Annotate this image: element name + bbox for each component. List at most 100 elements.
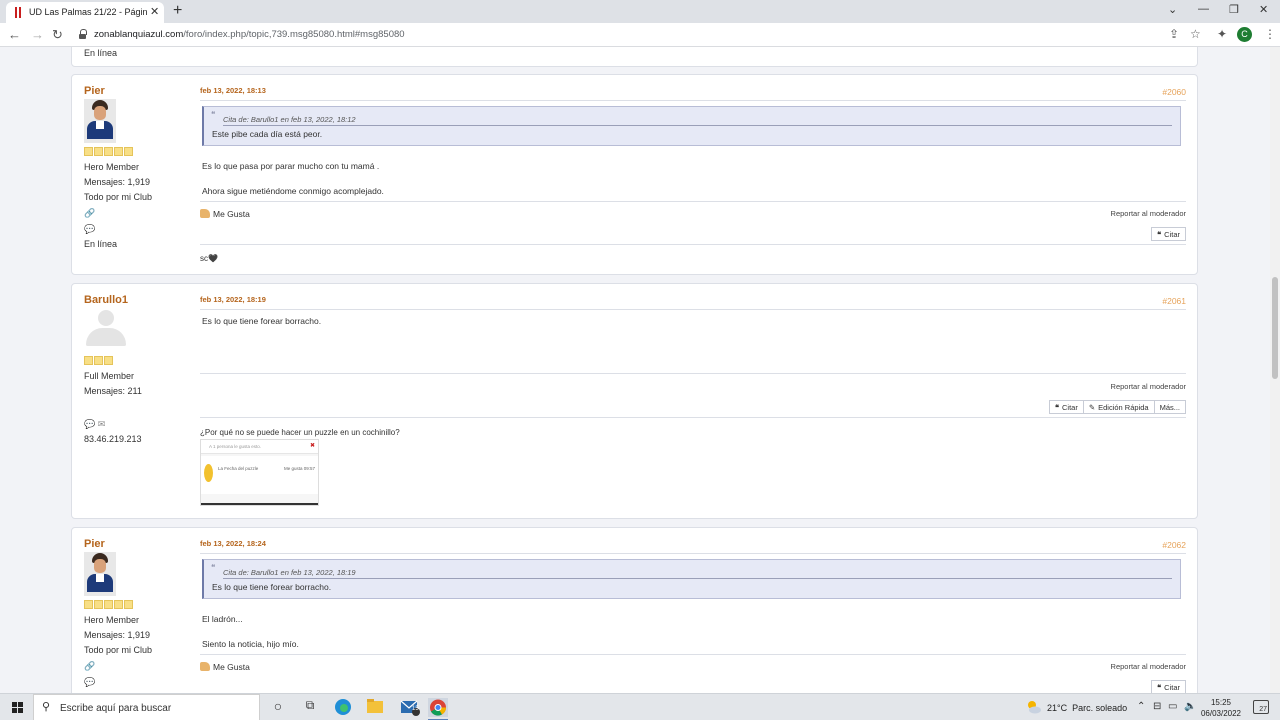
post-header: feb 13, 2022, 18:19 #2061 [200, 294, 1186, 310]
weather-icon[interactable] [1025, 699, 1041, 715]
post-header: feb 13, 2022, 18:24 #2062 [200, 538, 1186, 554]
poster-name[interactable]: Pier [84, 538, 194, 550]
quick-edit-button[interactable]: ✎ Edición Rápida [1083, 400, 1155, 414]
website-icon[interactable]: 🔗 [84, 205, 194, 221]
tab-close-icon[interactable]: ✕ [150, 5, 159, 18]
forum-page: En línea Pier Hero Member Mensajes: 1,91… [0, 47, 1270, 693]
coin-icon [204, 464, 213, 482]
quote-icon: ❝ [211, 563, 216, 572]
personal-message-icon[interactable]: 💬 [84, 674, 194, 690]
poster-personal-text: Todo por mi Club [84, 192, 153, 202]
mail-icon[interactable]: 15 [400, 698, 420, 717]
scrollbar-thumb[interactable] [1272, 277, 1278, 379]
minimize-icon[interactable]: — [1198, 3, 1209, 15]
rank-stars [84, 147, 194, 156]
like-button[interactable]: Me Gusta [200, 209, 250, 219]
new-tab-button[interactable]: + [173, 2, 182, 20]
more-button[interactable]: Más... [1154, 400, 1186, 414]
page-scrollbar[interactable] [1270, 47, 1280, 693]
post-text-line: Ahora sigue metiéndome conmigo acompleja… [202, 186, 384, 196]
volume-icon[interactable]: 🔈 [1184, 701, 1196, 712]
quote-block: ❝ Cita de: Barullo1 en feb 13, 2022, 18:… [202, 106, 1181, 146]
post-2061: Barullo1 Full Member Mensajes: 211 💬 ✉ 8… [71, 283, 1198, 519]
post-date[interactable]: feb 13, 2022, 18:13 [200, 86, 266, 95]
lock-icon[interactable] [78, 29, 87, 40]
edge-icon[interactable] [334, 698, 354, 717]
tab-search-icon[interactable]: ⌄ [1168, 3, 1177, 16]
chrome-icon[interactable] [428, 698, 448, 720]
post-number[interactable]: #2062 [1162, 540, 1186, 550]
edit-icon: ✎ [1088, 403, 1096, 412]
sig-image-caption: La Fecha del puzzle [218, 466, 259, 471]
thumbs-up-icon [200, 209, 210, 218]
report-link[interactable]: Reportar al moderador [1111, 662, 1186, 671]
post-text-line: Es lo que pasa por parar mucho con tu ma… [202, 161, 380, 171]
post-text-line: Siento la noticia, hijo mío. [202, 639, 299, 649]
personal-message-icon[interactable]: 💬 ✉ [84, 416, 194, 432]
quote-header[interactable]: Cita de: Barullo1 en feb 13, 2022, 18:12 [223, 107, 1172, 126]
poster-messages: Mensajes: 1,919 [84, 177, 151, 187]
post-text-line: Es lo que tiene forear borracho. [202, 316, 322, 326]
post-date[interactable]: feb 13, 2022, 18:19 [200, 295, 266, 304]
cortana-icon[interactable]: ○ [268, 698, 288, 717]
notifications-icon[interactable]: 27 [1253, 700, 1269, 714]
tray-chevron-icon[interactable]: ⌃ [1137, 701, 1145, 712]
personal-message-icon[interactable]: 💬 [84, 221, 194, 237]
taskbar-search[interactable]: ⚲ Escribe aquí para buscar [33, 694, 260, 720]
system-clock[interactable]: 15:25 06/03/2022 [1200, 697, 1242, 719]
task-view-icon[interactable]: ⧉ [300, 698, 320, 717]
poster-info: Pier Hero Member Mensajes: 1,919 Todo po… [84, 85, 194, 252]
close-window-icon[interactable]: ✕ [1259, 3, 1268, 16]
quote-icon: ❝ [1157, 683, 1162, 692]
weather-widget[interactable]: 21°C Parc. soleado [1047, 703, 1127, 713]
like-button[interactable]: Me Gusta [200, 662, 250, 672]
quote-block: ❝ Cita de: Barullo1 en feb 13, 2022, 18:… [202, 559, 1181, 599]
report-link[interactable]: Reportar al moderador [1111, 382, 1186, 391]
post-2060: Pier Hero Member Mensajes: 1,919 Todo po… [71, 74, 1198, 275]
online-status: En línea [84, 48, 118, 58]
signature-divider [200, 417, 1186, 418]
website-icon[interactable]: 🔗 [84, 658, 194, 674]
profile-avatar[interactable]: C [1237, 27, 1252, 42]
poster-personal-text: Todo por mi Club [84, 645, 153, 655]
url-field[interactable]: zonablanquiazul.com/foro/index.php/topic… [94, 29, 405, 40]
post-actions: ❝ Citar ✎ Edición Rápida Más... [1048, 400, 1186, 414]
poster-info: Barullo1 Full Member Mensajes: 211 💬 ✉ 8… [84, 294, 194, 447]
windows-start-icon[interactable] [12, 702, 23, 713]
post-2062: Pier Hero Member Mensajes: 1,919 Todo po… [71, 527, 1198, 693]
star-icon[interactable]: ☆ [1190, 27, 1201, 41]
tab-title: UD Las Palmas 21/22 - Página 13 [29, 7, 147, 17]
forward-icon[interactable]: → [31, 27, 44, 42]
avatar [84, 552, 116, 596]
quote-header[interactable]: Cita de: Barullo1 en feb 13, 2022, 18:19 [223, 560, 1172, 579]
restore-icon[interactable]: ❐ [1229, 3, 1239, 16]
reload-icon[interactable]: ↻ [52, 27, 63, 43]
quote-body: Este pibe cada día está peor. [212, 129, 323, 139]
browser-tab[interactable]: UD Las Palmas 21/22 - Página 13 ✕ [6, 2, 164, 23]
quote-body: Es lo que tiene forear borracho. [212, 582, 332, 592]
menu-icon[interactable]: ⋮ [1264, 27, 1276, 41]
poster-rank: Full Member [84, 371, 135, 381]
address-bar: ← → ↻ zonablanquiazul.com/foro/index.php… [0, 23, 1280, 47]
network-icon[interactable]: ⊟ [1153, 701, 1161, 712]
file-explorer-icon[interactable] [366, 698, 386, 717]
poster-name[interactable]: Pier [84, 85, 194, 97]
divider [200, 373, 1186, 374]
tab-bar: UD Las Palmas 21/22 - Página 13 ✕ + ⌄ — … [0, 0, 1280, 23]
poster-name[interactable]: Barullo1 [84, 294, 194, 306]
share-icon[interactable]: ⇪ [1169, 27, 1179, 41]
report-link[interactable]: Reportar al moderador [1111, 209, 1186, 218]
avatar [84, 308, 128, 348]
post-number[interactable]: #2060 [1162, 87, 1186, 97]
battery-icon[interactable]: ▭ [1168, 701, 1177, 712]
quote-button[interactable]: ❝ Citar [1151, 680, 1186, 693]
extensions-icon[interactable]: ✦ [1217, 27, 1227, 41]
signature-divider [200, 244, 1186, 245]
quote-button[interactable]: ❝ Citar [1048, 400, 1084, 414]
back-icon[interactable]: ← [8, 27, 21, 42]
quote-button[interactable]: ❝ Citar [1151, 227, 1186, 241]
post-number[interactable]: #2061 [1162, 296, 1186, 306]
post-date[interactable]: feb 13, 2022, 18:24 [200, 539, 266, 548]
close-icon: ✖ [309, 443, 315, 449]
taskbar: ⚲ Escribe aquí para buscar ○ ⧉ 15 21°C P… [0, 693, 1280, 720]
